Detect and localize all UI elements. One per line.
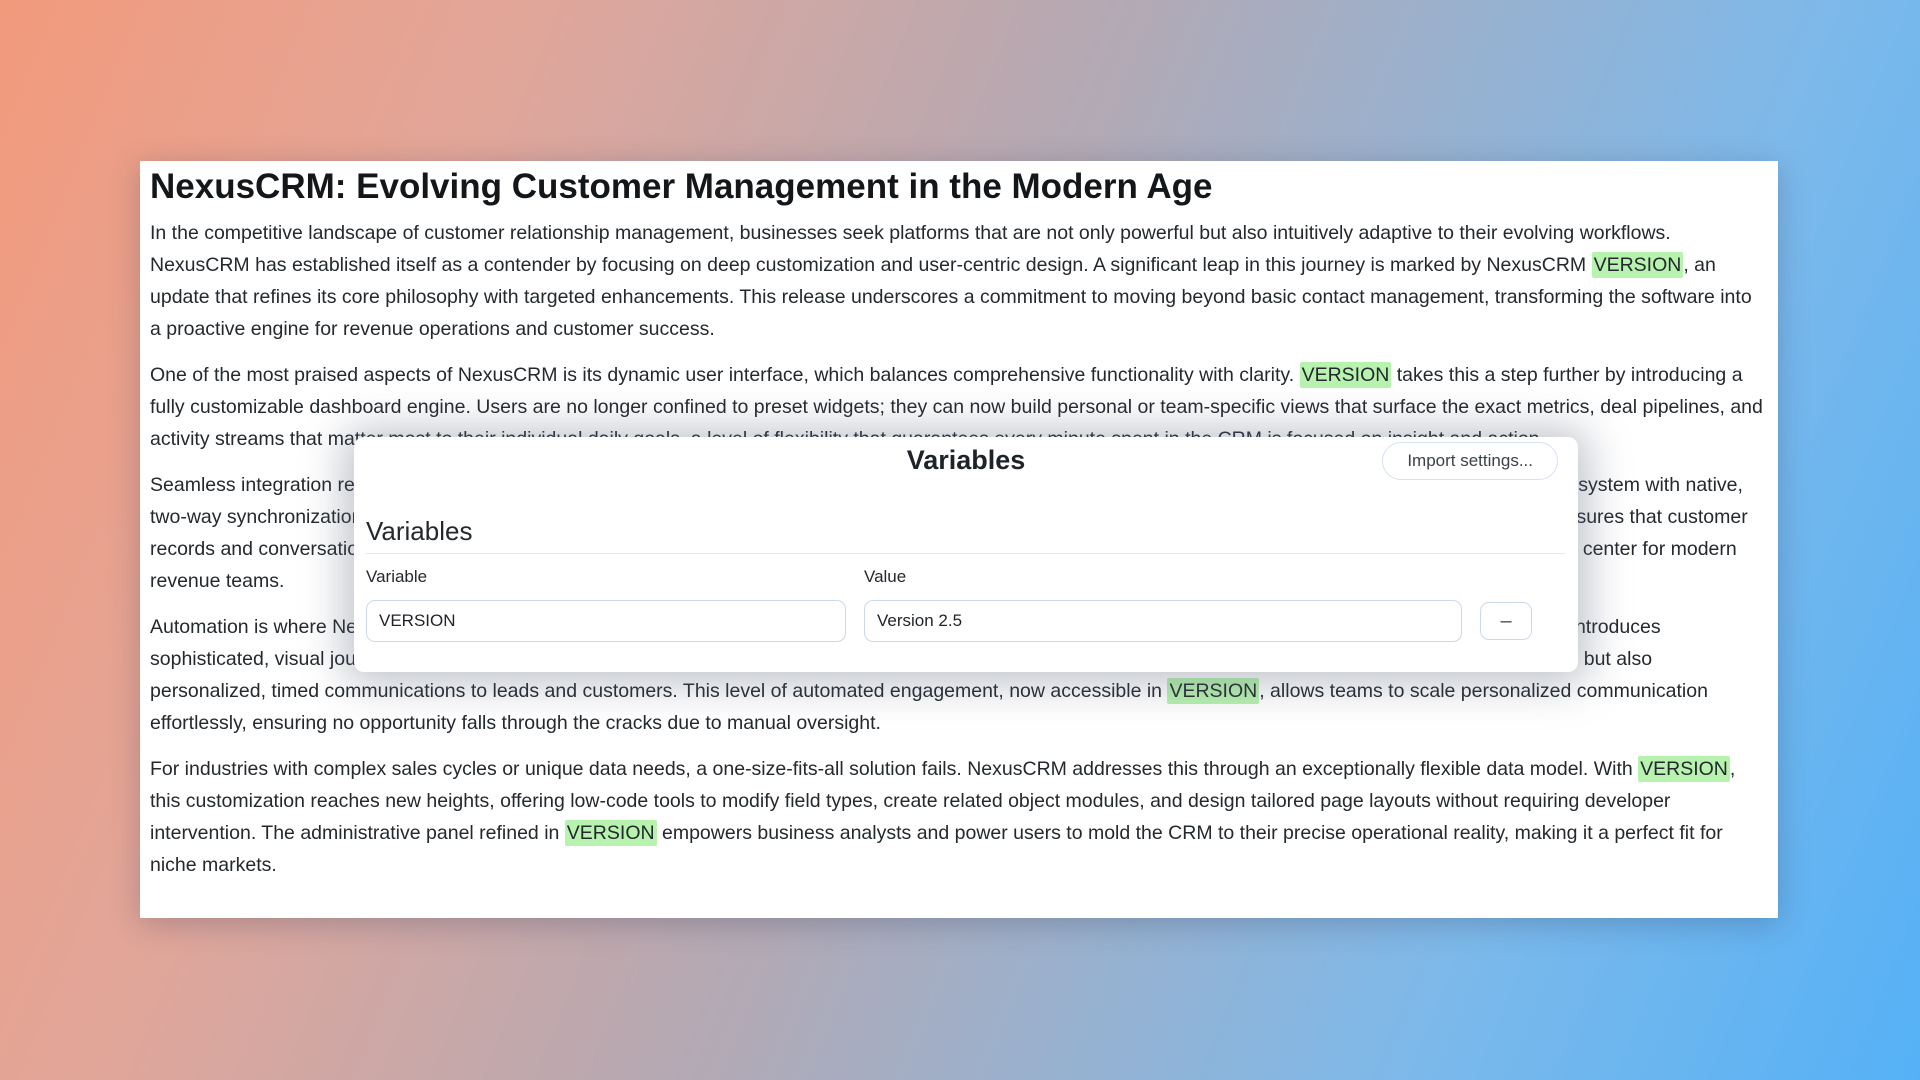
paragraph-text: In the competitive landscape of customer… (150, 222, 1671, 276)
paragraph-text: One of the most praised aspects of Nexus… (150, 364, 1300, 386)
version-highlight: VERSION (1592, 252, 1684, 278)
variable-value-input[interactable] (864, 600, 1462, 642)
variable-column-header: Variable (366, 566, 846, 587)
paragraph-text: For industries with complex sales cycles… (150, 758, 1638, 780)
variable-name-input[interactable] (366, 600, 846, 642)
variables-dialog: Variables Import settings... Variables V… (354, 437, 1578, 672)
remove-variable-button[interactable]: – (1480, 602, 1532, 640)
paragraph: In the competitive landscape of customer… (150, 217, 1766, 345)
value-column-header: Value (864, 566, 1462, 587)
version-highlight: VERSION (1300, 362, 1392, 388)
actions-column-header (1480, 566, 1532, 587)
paragraph: For industries with complex sales cycles… (150, 753, 1766, 881)
dialog-header: Variables Import settings... (354, 437, 1578, 476)
variables-section-title: Variables (366, 515, 1566, 547)
version-highlight: VERSION (1167, 678, 1259, 704)
version-highlight: VERSION (1638, 756, 1730, 782)
section-divider (366, 553, 1566, 554)
dialog-content: Variables Variable Value – (354, 515, 1578, 642)
variables-table: Variable Value – (366, 566, 1566, 642)
import-settings-button[interactable]: Import settings... (1382, 442, 1558, 480)
document-title: NexusCRM: Evolving Customer Management i… (150, 169, 1766, 205)
desktop-background: { "colors": { "highlight": "#b7f2ae", "g… (0, 0, 1920, 1080)
version-highlight: VERSION (565, 820, 657, 846)
